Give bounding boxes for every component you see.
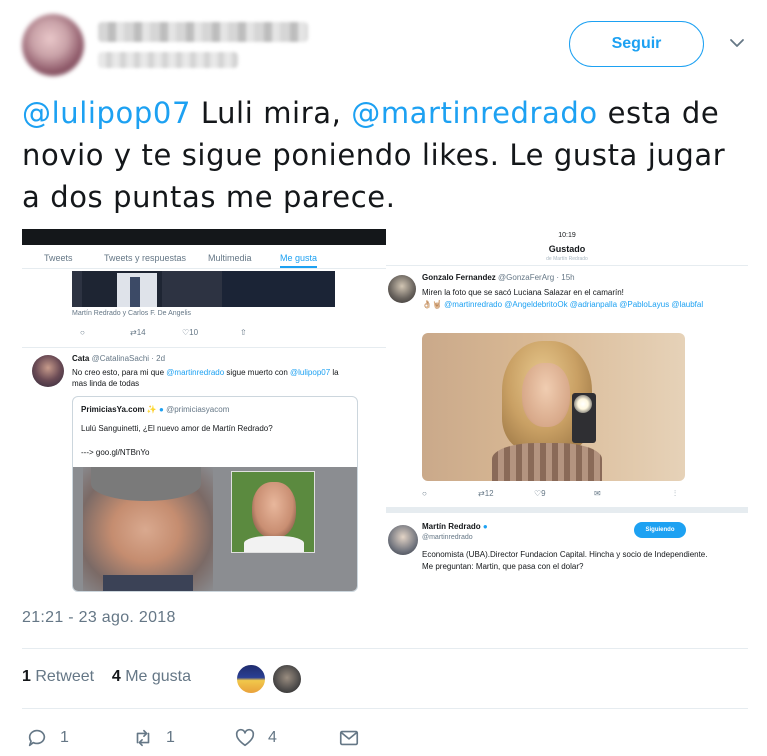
divider — [22, 347, 386, 348]
profile-handle: @martinredrado — [422, 534, 473, 541]
verified-icon: ● — [159, 405, 164, 414]
reply-button[interactable]: 1 — [26, 725, 69, 751]
emoji-icon: 👌🏼🤘🏼 — [422, 300, 442, 309]
tweet-author-line: Cata @CatalinaSachi · 2d — [72, 354, 165, 363]
liker-avatar[interactable] — [236, 664, 266, 694]
retweet-count: 1 — [166, 729, 175, 746]
phone-top-bar — [22, 229, 386, 245]
verified-icon: ● — [482, 522, 488, 531]
follow-button[interactable]: Seguir — [569, 21, 704, 67]
mention-link: @martinredrado — [166, 368, 225, 377]
reply-icon: ○ — [80, 328, 85, 337]
retweet-count: 12 — [484, 489, 494, 498]
tweet-text-part: Luli mira, — [191, 96, 352, 130]
page-subtitle: de Martín Redrado — [546, 256, 588, 262]
author-name-redacted[interactable] — [98, 22, 308, 42]
author-name: Cata — [72, 354, 90, 363]
following-button: Siguiendo — [634, 522, 686, 538]
tweet-body: Miren la foto que se sacó Luciana Salaza… — [422, 288, 704, 309]
quoted-link: ---> goo.gl/NTBnYo — [81, 448, 150, 457]
attached-image-left[interactable]: Tweets Tweets y respuestas Multimedia Me… — [22, 229, 386, 599]
avatar — [388, 525, 418, 555]
divider — [22, 708, 748, 709]
profile-name-line: Martín Redrado ● — [422, 522, 488, 531]
divider — [22, 648, 748, 649]
retweet-count: 14 — [136, 328, 146, 337]
author-name: Gonzalo Fernandez — [422, 273, 496, 282]
tweet-body: No creo esto, para mi que @martinredrado… — [72, 368, 339, 388]
retweets-stat[interactable]: 1 Retweet — [22, 668, 94, 685]
phone-time: 10:19 — [558, 232, 576, 239]
author-avatar[interactable] — [22, 14, 84, 76]
divider — [386, 265, 748, 266]
tweet-header: Seguir — [0, 0, 767, 90]
page-title: Gustado — [548, 244, 586, 254]
attached-image-right[interactable]: 10:19 Gustado de Martín Redrado Gonzalo … — [386, 229, 748, 599]
retweet-icon: ⇄ 14 — [130, 328, 146, 337]
reply-icon — [28, 729, 46, 747]
tab-media: Multimedia — [208, 253, 252, 263]
reply-icon: ○ — [422, 489, 427, 498]
divider — [386, 507, 748, 513]
heart-icon — [235, 728, 255, 747]
avatar — [388, 275, 416, 303]
tweet-text: @lulipop07 Luli mira, @martinredrado est… — [22, 92, 742, 218]
author-handle: @GonzaFerArg · 15h — [498, 273, 575, 282]
tweet-author-line: Gonzalo Fernandez @GonzaFerArg · 15h — [422, 273, 575, 282]
liker-avatar[interactable] — [272, 664, 302, 694]
tweet-timestamp[interactable]: 21:21 - 23 ago. 2018 — [22, 609, 176, 627]
retweet-button[interactable]: 1 — [132, 725, 175, 751]
previous-tweet-image — [72, 271, 335, 307]
tweet-photo — [422, 333, 685, 481]
sparkle-icon: ✨ — [146, 405, 157, 414]
like-count: 9 — [541, 489, 546, 498]
likes-stat[interactable]: 4 Me gusta — [112, 668, 191, 685]
retweet-icon — [136, 729, 150, 747]
quoted-author: PrimiciasYa.com ✨ ● @primiciasyacom — [81, 405, 229, 414]
mini-action-bar: ○ ⇄ 14 ♡ 10 ⇧ — [80, 328, 280, 340]
like-icon: ♡ 10 — [182, 328, 199, 337]
tab-tweets: Tweets — [44, 253, 73, 263]
tab-likes: Me gusta — [280, 253, 318, 268]
mention-link[interactable]: @martinredrado — [351, 96, 598, 130]
like-button[interactable]: 4 — [234, 725, 277, 751]
author-handle: @CatalinaSachi · 2d — [91, 354, 166, 363]
chart-icon: ⫶ — [674, 489, 676, 498]
like-count: 4 — [268, 729, 277, 746]
quoted-tweet: PrimiciasYa.com ✨ ● @primiciasyacom Lulú… — [72, 396, 358, 592]
profile-bio: Economista (UBA).Director Fundacion Capi… — [422, 550, 708, 571]
mail-icon: ✉ — [594, 489, 601, 498]
author-handle-redacted — [98, 52, 238, 68]
tweet-stats: 1 Retweet 4 Me gusta — [22, 668, 191, 686]
quoted-image — [73, 467, 357, 591]
like-count: 10 — [189, 328, 199, 337]
profile-name: Martín Redrado — [422, 522, 481, 531]
mention-link: @lulipop07 — [290, 368, 331, 377]
mention-link[interactable]: @lulipop07 — [22, 96, 191, 130]
avatar — [32, 355, 64, 387]
mail-icon — [339, 730, 359, 746]
profile-tabs: Tweets Tweets y respuestas Multimedia Me… — [22, 247, 386, 269]
share-icon: ⇧ — [240, 328, 247, 337]
retweet-icon: ⇄ 12 — [478, 489, 494, 498]
like-icon: ♡ 9 — [534, 489, 546, 498]
quoted-text: Lulú Sanguinetti, ¿El nuevo amor de Mart… — [81, 424, 273, 433]
image-caption: Martín Redrado y Carlos F. De Angelis — [72, 310, 192, 317]
message-button[interactable] — [338, 725, 372, 751]
tab-tweets-replies: Tweets y respuestas — [104, 253, 187, 263]
mention-list: @martinredrado @AngeldebritoOk @adrianpa… — [444, 300, 704, 309]
quoted-handle: @primiciasyacom — [166, 405, 230, 414]
reply-count: 1 — [60, 729, 69, 746]
chevron-down-icon[interactable] — [728, 34, 746, 52]
quoted-name: PrimiciasYa.com — [81, 405, 145, 414]
